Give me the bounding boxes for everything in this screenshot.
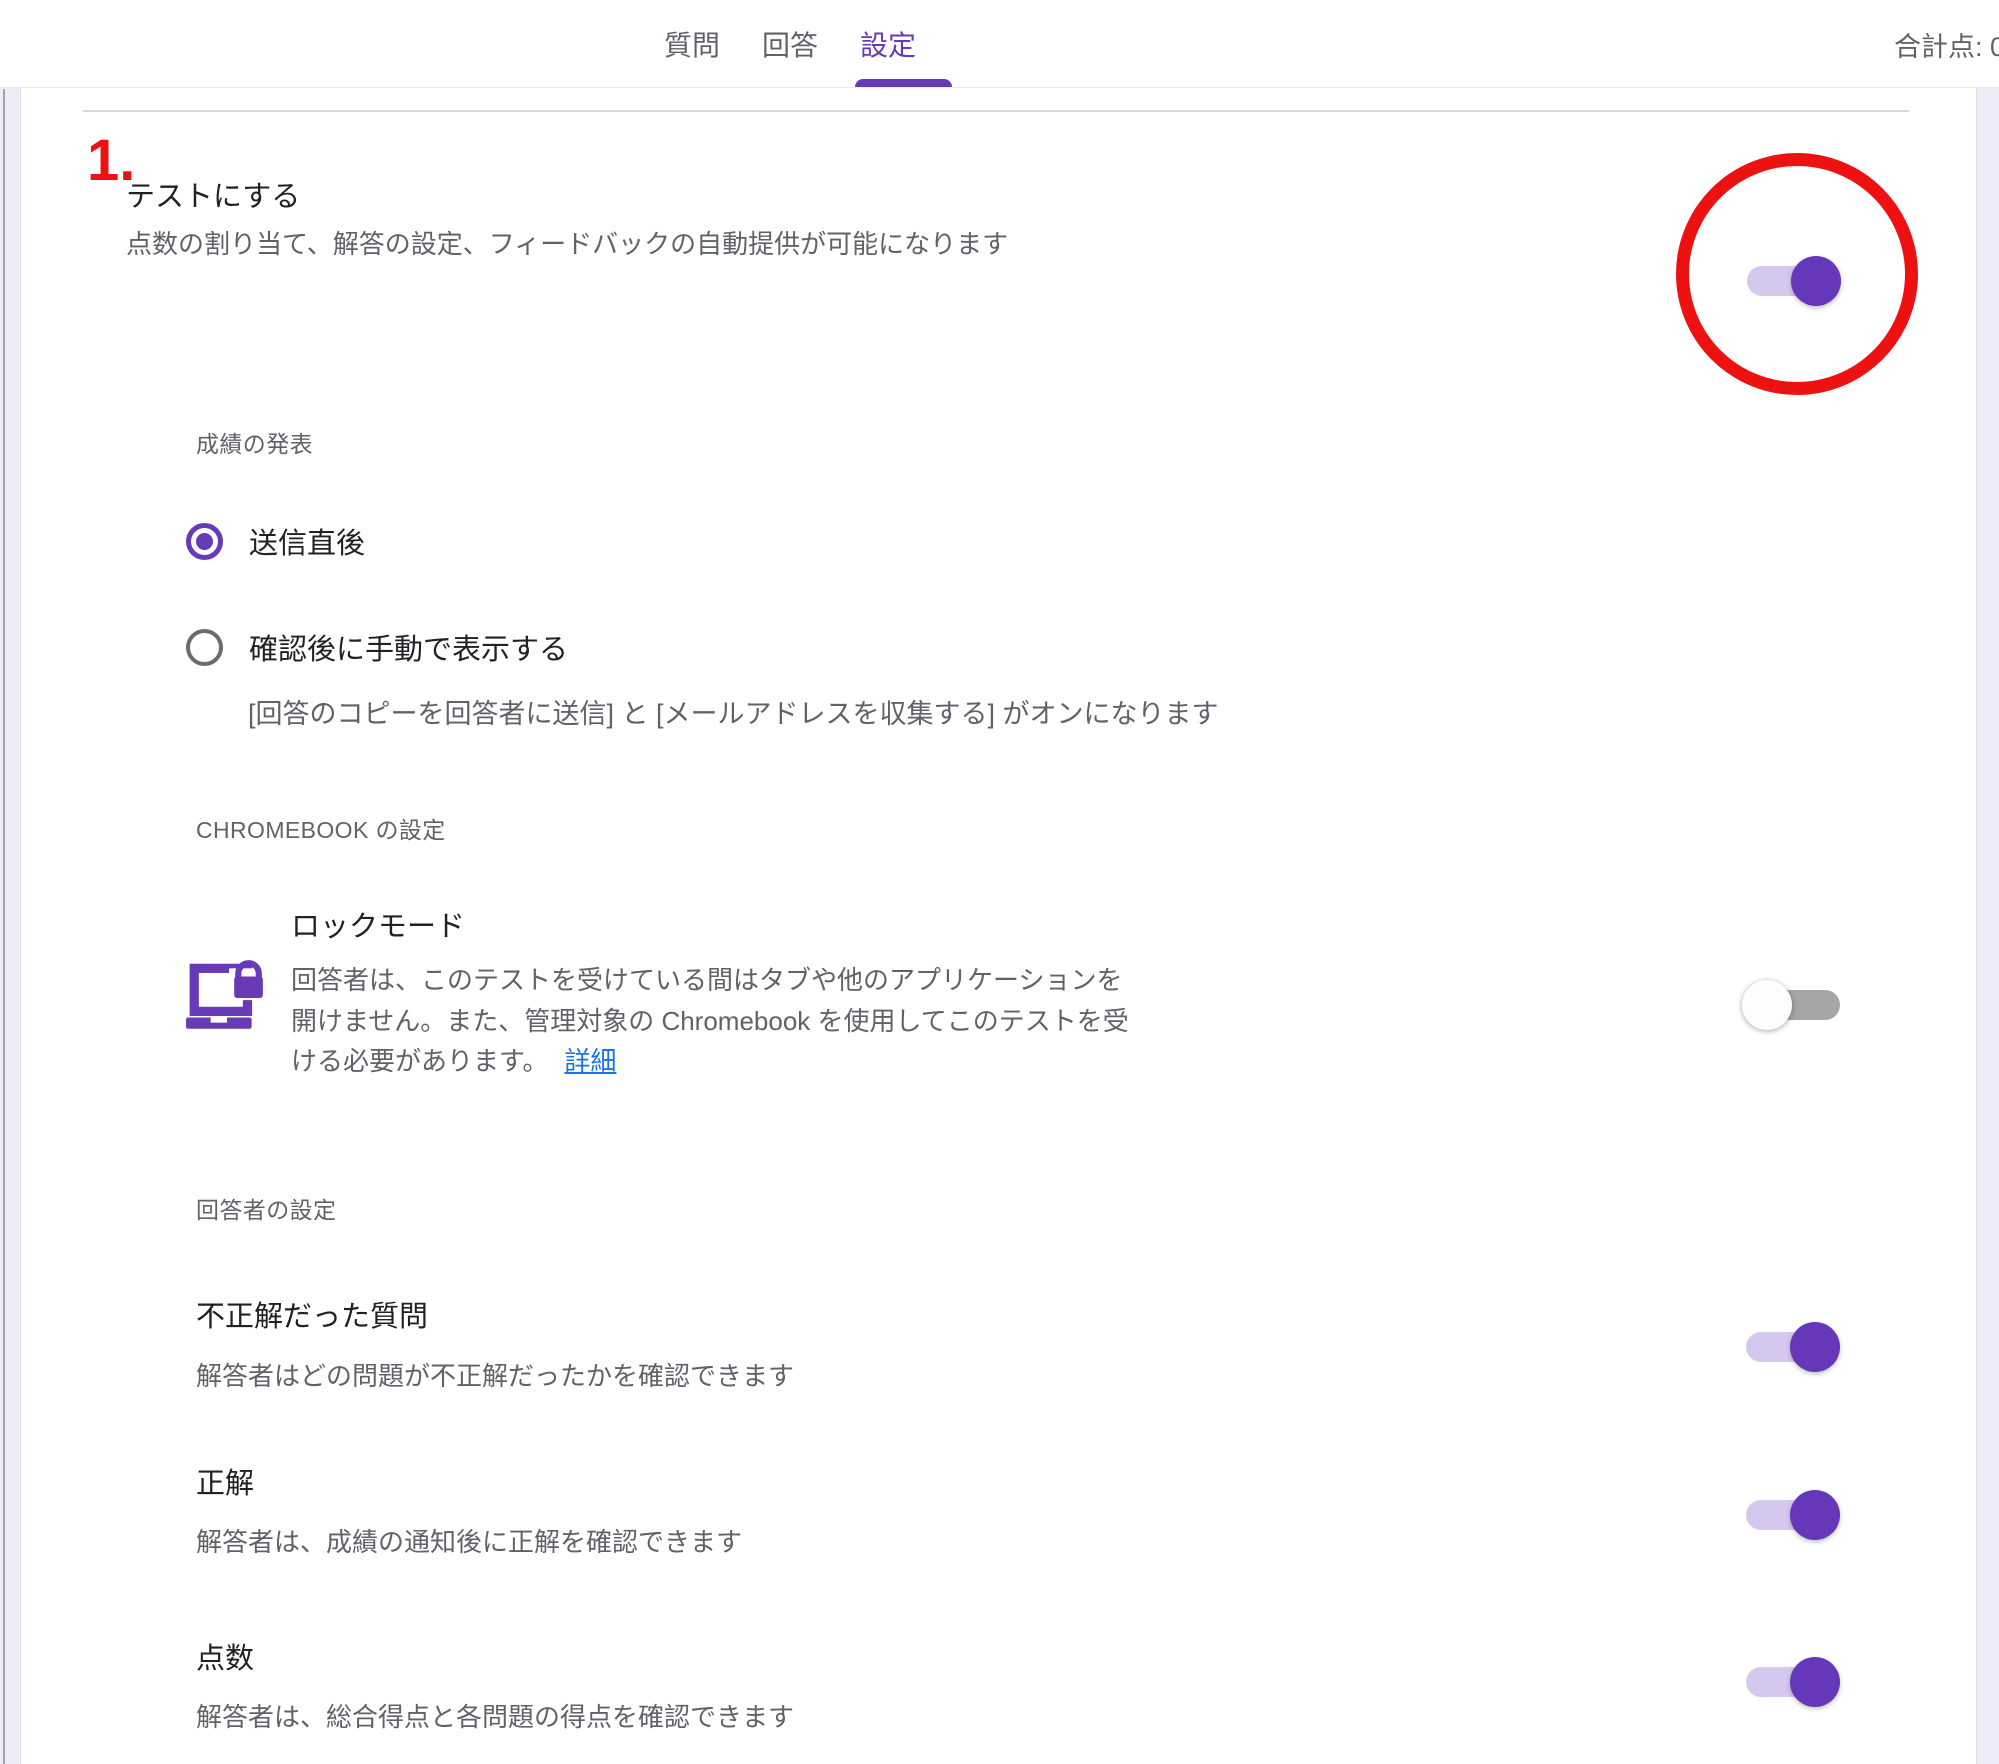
- total-points-label: 合計点: 0: [1894, 0, 1999, 88]
- radio-option-manual-label: 確認後に手動で表示する: [249, 626, 568, 668]
- lock-mode-toggle-thumb: [1742, 980, 1792, 1030]
- quiz-setting-description: 点数の割り当て、解答の設定、フィードバックの自動提供が可能になります: [126, 224, 1008, 261]
- radio-selected-icon: [186, 523, 223, 560]
- window-edge-line: [3, 89, 5, 1764]
- point-values-toggle-thumb: [1790, 1657, 1840, 1707]
- radio-dot: [196, 533, 213, 550]
- lock-mode-title: ロックモード: [291, 903, 465, 945]
- correct-answers-toggle[interactable]: [1746, 1500, 1840, 1530]
- lock-mode-toggle[interactable]: [1746, 990, 1840, 1020]
- top-navigation-bar: 質問 回答 設定 合計点: 0: [0, 0, 1999, 88]
- learn-more-link[interactable]: 詳細: [564, 1046, 616, 1076]
- radio-option-manual[interactable]: 確認後に手動で表示する: [186, 626, 568, 668]
- correct-answers-title: 正解: [196, 1460, 254, 1502]
- point-values-description: 解答者は、総合得点と各問題の得点を確認できます: [196, 1697, 794, 1734]
- grade-release-header: 成績の発表: [196, 425, 313, 459]
- point-values-toggle[interactable]: [1746, 1667, 1840, 1697]
- quiz-toggle-thumb: [1791, 256, 1841, 306]
- radio-option-manual-description: [回答のコピーを回答者に送信] と [メールアドレスを収集する] がオンになりま…: [248, 692, 1219, 731]
- lock-mode-description-line3: ける必要があります。詳細: [291, 1041, 1129, 1082]
- form-tabs: 質問 回答 設定: [664, 0, 916, 88]
- lock-mode-description-line1: 回答者は、このテストを受けている間はタブや他のアプリケーションを: [291, 960, 1129, 1001]
- radio-option-immediate[interactable]: 送信直後: [186, 520, 365, 562]
- selected-tab-indicator: [855, 79, 952, 87]
- tab-responses[interactable]: 回答: [762, 24, 818, 64]
- radio-unselected-icon: [186, 629, 223, 666]
- lock-mode-description-line3-text: ける必要があります。: [291, 1046, 548, 1076]
- chromebook-settings-header: CHROMEBOOK の設定: [196, 811, 446, 845]
- settings-card: 1. テストにする 点数の割り当て、解答の設定、フィードバックの自動提供が可能に…: [20, 88, 1977, 1764]
- lock-mode-description-line2: 開けません。また、管理対象の Chromebook を使用してこのテストを受: [291, 1001, 1129, 1042]
- card-top-divider: [83, 110, 1909, 112]
- missed-questions-description: 解答者はどの問題が不正解だったかを確認できます: [196, 1356, 794, 1393]
- quiz-setting-title: テストにする: [126, 173, 300, 215]
- point-values-title: 点数: [196, 1635, 254, 1677]
- radio-option-immediate-label: 送信直後: [249, 520, 365, 562]
- correct-answers-description: 解答者は、成績の通知後に正解を確認できます: [196, 1522, 742, 1559]
- tab-settings[interactable]: 設定: [860, 24, 916, 64]
- laptop-lock-icon: [186, 954, 266, 1038]
- missed-questions-toggle-thumb: [1790, 1322, 1840, 1372]
- missed-questions-toggle[interactable]: [1746, 1332, 1840, 1362]
- correct-answers-toggle-thumb: [1790, 1490, 1840, 1540]
- lock-mode-description: 回答者は、このテストを受けている間はタブや他のアプリケーションを 開けません。ま…: [291, 960, 1129, 1082]
- missed-questions-title: 不正解だった質問: [196, 1293, 428, 1335]
- tab-questions[interactable]: 質問: [664, 24, 720, 64]
- quiz-toggle[interactable]: [1747, 266, 1841, 296]
- respondent-settings-header: 回答者の設定: [196, 1191, 336, 1225]
